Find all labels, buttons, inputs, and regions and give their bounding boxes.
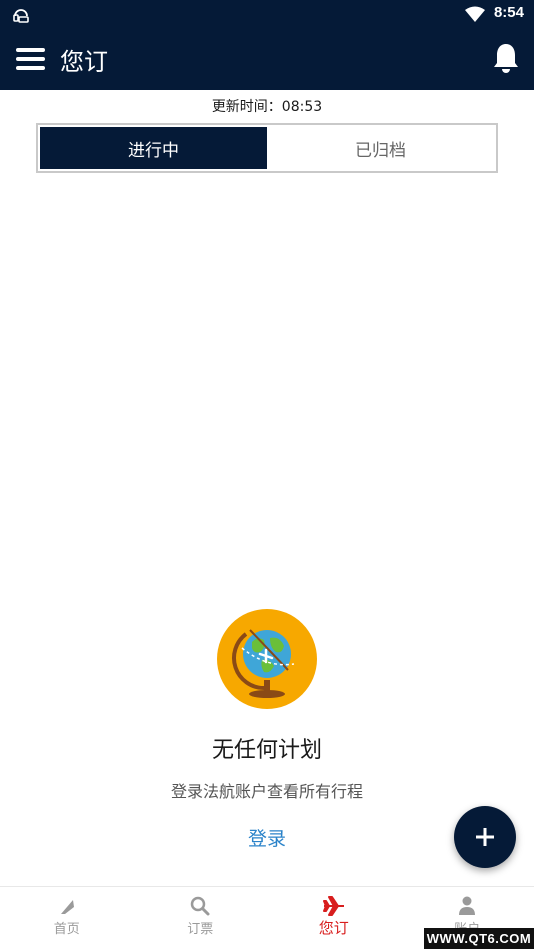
plane-icon (322, 896, 344, 916)
tab-archived[interactable]: 已归档 (267, 127, 494, 169)
nav-my-trips[interactable]: 您订 (267, 887, 401, 949)
globe-icon (217, 609, 317, 709)
add-button[interactable] (454, 806, 516, 868)
empty-title: 无任何计划 (211, 738, 322, 763)
status-bar: 8:54 (0, 0, 534, 28)
segmented-tabs: 进行中 已归档 (36, 123, 498, 173)
person-icon (459, 896, 476, 915)
notification-icon (13, 9, 29, 23)
app-bar: 您订 (0, 28, 534, 90)
nav-booking-label: 订票 (187, 922, 214, 937)
page-title: 您订 (60, 48, 108, 76)
globe-illustration (216, 608, 318, 710)
search-icon (191, 896, 210, 916)
tab-in-progress[interactable]: 进行中 (40, 127, 267, 169)
wifi-icon (465, 6, 485, 22)
nav-booking[interactable]: 订票 (134, 887, 268, 949)
menu-icon[interactable] (16, 46, 46, 72)
plus-icon (476, 828, 494, 846)
tail-icon (60, 900, 74, 914)
update-time: 更新时间：08:53 (211, 99, 323, 115)
nav-home-label: 首页 (53, 922, 80, 937)
nav-home[interactable]: 首页 (0, 887, 134, 949)
login-link[interactable]: 登录 (248, 824, 286, 851)
empty-state: 无任何计划 登录法航账户查看所有行程 登录 (0, 608, 534, 851)
empty-subtitle: 登录法航账户查看所有行程 (170, 782, 363, 801)
status-time: 8:54 (493, 4, 524, 21)
nav-my-trips-label: 您订 (318, 919, 349, 937)
bell-icon[interactable] (492, 42, 520, 74)
watermark: WWW.QT6.COM (424, 928, 534, 949)
